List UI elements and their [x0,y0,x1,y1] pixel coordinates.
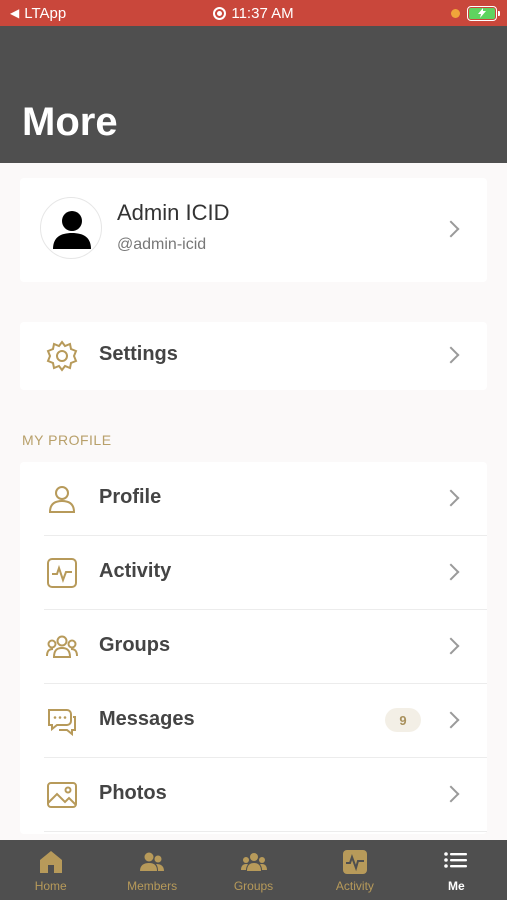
back-app-label: LTApp [24,4,67,22]
status-bar: ◀ LTApp 11:37 AM [0,0,507,26]
page-title: More [22,100,118,144]
avatar [40,197,102,259]
status-right [451,5,500,21]
tab-activity[interactable]: Activity [304,840,405,900]
settings-row: Settings [20,319,487,393]
list-item-messages[interactable]: Messages 9 [20,684,487,758]
groups-icon [46,635,78,658]
list-item-photos[interactable]: Photos [20,758,487,832]
tab-home[interactable]: Home [0,840,101,900]
person-icon [48,486,76,513]
status-time: 11:37 AM [231,4,294,22]
list-item-label: Photos [99,782,167,804]
list-item-activity[interactable]: Activity [20,536,487,610]
chevron-right-icon [442,220,460,238]
back-arrow-icon: ◀ [10,6,20,20]
bottom-tab-bar: Home Members Groups Activity Me [0,840,507,900]
tab-groups[interactable]: Groups [203,840,304,900]
list-item-label: Groups [99,634,171,656]
tab-label: Activity [335,879,374,893]
person-silhouette-icon [53,211,91,249]
gear-icon [46,340,78,372]
charging-bolt-icon [478,8,486,18]
list-item-label: Messages [99,708,195,730]
chevron-right-icon [442,346,460,364]
battery-fill [469,7,495,19]
members-icon [140,852,165,871]
menu-icon [444,852,468,868]
photos-icon [47,782,77,808]
divider [44,831,487,832]
chevron-right-icon [442,563,460,581]
unread-count-badge: 9 [385,708,421,732]
screen-record-icon [213,6,227,20]
page-header: More [0,26,507,163]
settings-item[interactable]: Settings [20,322,487,390]
status-center: 11:37 AM [0,5,507,22]
section-label-my-profile: MY PROFILE [22,432,112,448]
tab-label: Members [127,879,178,893]
activity-icon [47,558,77,588]
activity-icon [342,850,367,874]
settings-label: Settings [99,343,178,365]
chevron-right-icon [442,711,460,729]
my-profile-list: Profile Activity Groups Messages 9 Photo… [20,462,487,834]
mic-indicator-icon [451,8,460,18]
tab-label: Home [34,879,67,893]
tab-label: Groups [233,879,274,893]
user-profile-card[interactable]: Admin ICID @admin-icid [20,178,487,282]
chevron-right-icon [442,489,460,507]
list-item-profile[interactable]: Profile [20,462,487,536]
user-handle: @admin-icid [117,236,207,253]
groups-icon [240,853,267,871]
messages-icon [48,709,76,737]
tab-members[interactable]: Members [101,840,202,900]
back-to-app[interactable]: ◀ LTApp [10,5,66,22]
battery-icon [467,5,500,21]
chevron-right-icon [442,785,460,803]
tab-label: Me [447,879,465,893]
chevron-right-icon [442,637,460,655]
list-item-label: Activity [99,560,172,582]
tab-me[interactable]: Me [406,840,507,900]
list-item-groups[interactable]: Groups [20,610,487,684]
user-name: Admin ICID [117,200,230,225]
home-icon [39,851,62,873]
list-item-label: Profile [99,486,162,508]
